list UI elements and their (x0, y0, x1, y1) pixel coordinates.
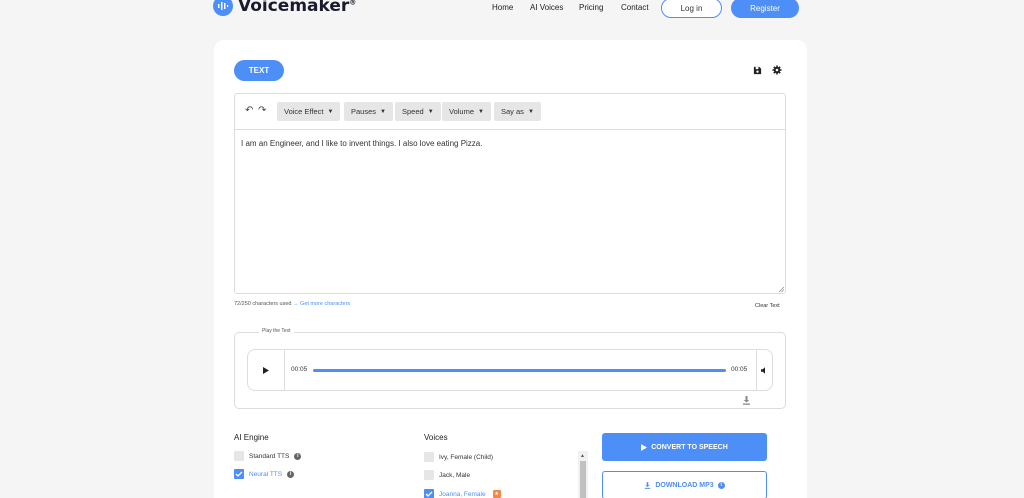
brand-name: Voicemaker® (238, 0, 357, 16)
checkbox-checked[interactable] (234, 469, 244, 479)
checkbox[interactable] (234, 451, 244, 461)
text-editor: ↶ ↷ Voice Effect ▼ Pauses ▼ Speed ▼ Volume ▼… (234, 93, 786, 294)
login-button[interactable]: Log in (661, 0, 722, 18)
caret-down-icon: ▼ (327, 108, 334, 115)
volume-button[interactable] (756, 350, 772, 390)
voices-scrollbar[interactable]: ▲ (578, 451, 588, 498)
volume-icon (761, 366, 765, 374)
audio-player: 00:05 00:05 (247, 349, 773, 391)
nav-contact[interactable]: Contact (621, 3, 649, 12)
redo-icon[interactable]: ↷ (258, 106, 268, 116)
voice-item-jack[interactable]: Jack, Male (424, 470, 470, 480)
pauses-dropdown[interactable]: Pauses ▼ (344, 102, 393, 121)
caret-down-icon: ▼ (380, 108, 386, 115)
play-text-label: Play the Text (259, 328, 294, 334)
check-icon (425, 491, 433, 497)
download-mp3-button[interactable]: DOWNLOAD MP3 i (602, 471, 767, 498)
duration-time: 00:05 (731, 366, 748, 373)
play-text-panel: Play the Text 00:05 00:05 (234, 328, 786, 409)
convert-to-speech-button[interactable]: CONVERT TO SPEECH (602, 433, 767, 461)
play-button[interactable] (248, 350, 285, 390)
tab-text[interactable]: TEXT (234, 60, 284, 81)
check-icon (235, 471, 243, 477)
register-button[interactable]: Register (731, 0, 799, 18)
checkbox-checked[interactable] (424, 489, 434, 498)
voice-effect-dropdown[interactable]: Voice Effect ▼ (277, 102, 341, 121)
voice-item-ivy[interactable]: Ivy, Female (Child) (424, 452, 493, 462)
info-icon[interactable]: i (717, 481, 725, 489)
audio-progress-bar[interactable] (313, 369, 726, 372)
nav-pricing[interactable]: Pricing (579, 3, 603, 12)
scroll-up-icon[interactable]: ▲ (580, 453, 585, 459)
checkbox[interactable] (424, 452, 434, 462)
tts-card: TEXT ↶ ↷ Voice Effect ▼ Pauses ▼ Speed ▼ Vo… (214, 40, 807, 498)
premium-badge-icon: ★ (492, 490, 501, 498)
waveform-icon (213, 0, 233, 16)
speed-dropdown[interactable]: Speed ▼ (395, 102, 441, 121)
caret-down-icon: ▼ (527, 108, 534, 115)
top-header: Voicemaker® Home AI Voices Pricing Conta… (0, 0, 1024, 22)
character-count: 72/250 characters used → Get more charac… (234, 301, 350, 307)
say-as-dropdown[interactable]: Say as ▼ (494, 102, 541, 121)
gear-icon[interactable] (771, 64, 783, 76)
editor-toolbar: ↶ ↷ Voice Effect ▼ Pauses ▼ Speed ▼ Volume ▼… (235, 94, 785, 130)
checkbox[interactable] (424, 470, 434, 480)
voices-title: Voices (424, 433, 448, 442)
volume-dropdown[interactable]: Volume ▼ (442, 102, 491, 121)
resize-handle-icon[interactable] (778, 286, 784, 292)
brand-logo[interactable]: Voicemaker® (213, 0, 356, 16)
current-time: 00:05 (291, 366, 308, 373)
caret-down-icon: ▼ (427, 108, 434, 115)
caret-down-icon: ▼ (478, 108, 484, 115)
voice-item-joanna[interactable]: Joanna, Female ★ (424, 489, 501, 498)
download-icon[interactable] (742, 396, 751, 405)
download-icon (645, 481, 651, 489)
text-input[interactable]: I am an Engineer, and I like to invent t… (235, 130, 785, 157)
nav-ai-voices[interactable]: AI Voices (530, 3, 563, 12)
get-more-characters-link[interactable]: → Get more characters (293, 301, 350, 307)
undo-icon[interactable]: ↶ (245, 106, 255, 116)
info-icon[interactable]: i (287, 470, 295, 478)
nav-home[interactable]: Home (492, 3, 513, 12)
ai-engine-title: AI Engine (234, 433, 269, 442)
play-icon (263, 366, 269, 374)
engine-standard-tts[interactable]: Standard TTS i (234, 451, 302, 461)
info-icon[interactable]: i (294, 452, 302, 460)
play-icon (641, 443, 648, 451)
save-icon[interactable] (751, 64, 763, 76)
scrollbar-thumb[interactable] (580, 461, 586, 498)
engine-neural-tts[interactable]: Neural TTS i (234, 469, 295, 479)
chars-used-text: 72/250 characters used (234, 301, 292, 307)
clear-text-button[interactable]: Clear Text (755, 303, 780, 309)
